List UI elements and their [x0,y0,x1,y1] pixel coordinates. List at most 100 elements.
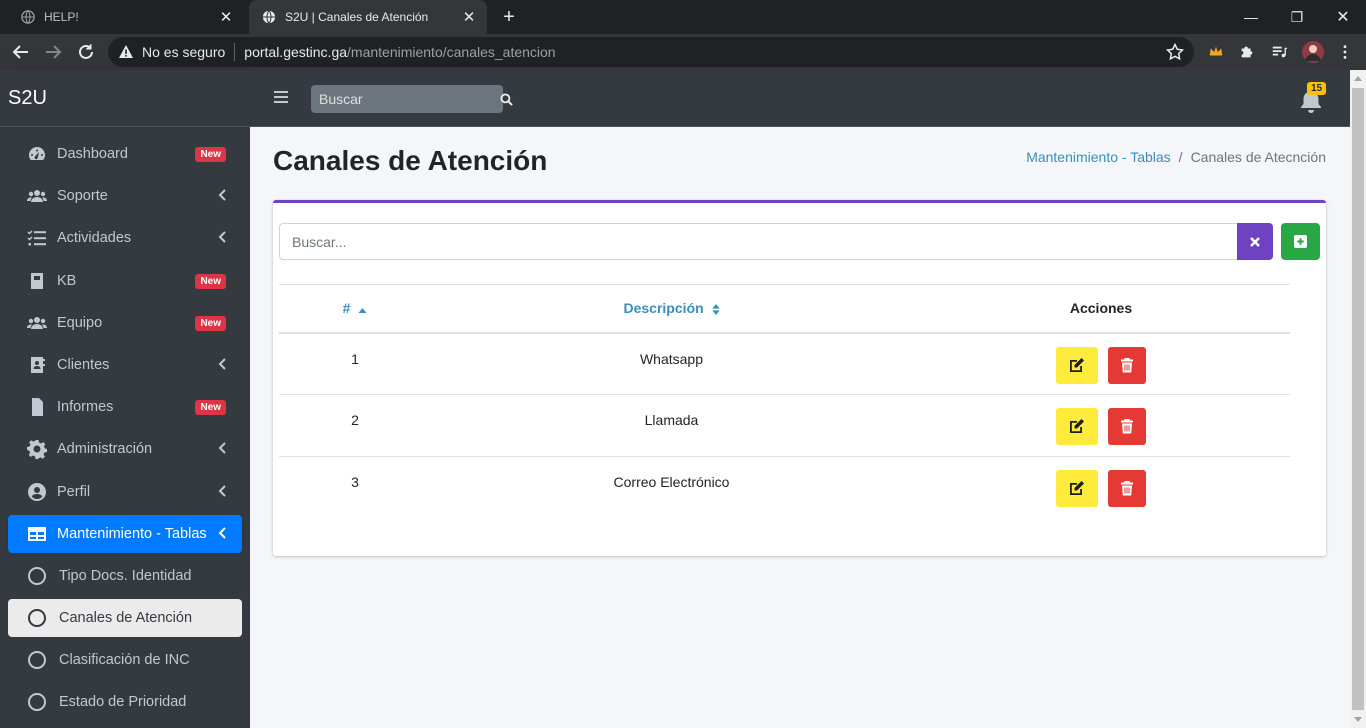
close-window-icon[interactable]: ✕ [1320,0,1366,34]
navbar-search-input[interactable] [311,85,500,113]
delete-button[interactable] [1107,470,1146,507]
profile-avatar[interactable] [1302,41,1324,63]
browser-tab-help[interactable]: HELP! ✕ [8,0,244,34]
circle-icon [28,651,46,670]
brand-logo[interactable]: S2U [0,70,250,127]
media-playlist-icon[interactable] [1270,43,1288,61]
url-host: portal.gestinc.ga [244,44,348,60]
browser-tab-active[interactable]: S2U | Canales de Atención ✕ [249,0,487,34]
extensions-puzzle-icon[interactable] [1238,43,1256,61]
sidebar-item-estado-de-prioridad[interactable]: Estado de Prioridad [8,683,242,721]
sidebar-item-mantenimiento-tablas[interactable]: Mantenimiento - Tablas [8,514,242,553]
trash-icon [1120,481,1133,496]
add-channel-button[interactable] [1281,223,1320,260]
clear-search-button[interactable] [1237,223,1273,260]
sidebar-item-label: Actividades [57,230,132,247]
users-icon [26,185,48,207]
sidebar-item-tipo-docs-identidad[interactable]: Tipo Docs. Identidad [8,557,242,595]
forward-icon[interactable] [40,39,66,65]
browser-toolbar: No es seguro portal.gestinc.ga /mantenim… [0,34,1366,70]
column-header-acciones: Acciones [1069,300,1133,317]
sidebar-item-label: Perfil [57,483,91,500]
sidebar-item-dashboard[interactable]: Dashboard New [8,135,242,173]
sidebar-item-label: Soporte [57,188,108,205]
sidebar-item-canales-de-atencion[interactable]: Canales de Atención [8,599,242,638]
sidebar-item-perfil[interactable]: Perfil [8,473,242,511]
chevron-left-icon [218,442,226,455]
security-label: No es seguro [142,44,226,60]
sidebar-item-administracion[interactable]: Administración [8,430,242,468]
back-icon[interactable] [8,39,34,65]
new-badge: New [195,147,226,162]
minimize-icon[interactable]: — [1228,0,1274,34]
sidebar-item-label: Tipo Docs. Identidad [59,567,192,584]
sidebar-item-label: Canales de Atención [59,610,193,627]
circle-icon [28,609,46,628]
table-icon [26,523,48,545]
close-tab-icon[interactable]: ✕ [459,7,479,27]
address-book-icon [26,354,48,376]
page-title: Canales de Atención [273,145,548,176]
cell-actions [912,395,1290,457]
breadcrumb: Mantenimiento - Tablas / Canales de Atec… [1026,149,1326,165]
delete-button[interactable] [1107,408,1146,445]
chrome-menu-icon[interactable] [1336,43,1354,61]
tab-title: S2U | Canales de Atención [285,10,429,24]
edit-icon [1070,481,1085,495]
sidebar-item-actividades[interactable]: Actividades [8,219,242,257]
globe-icon [261,9,277,25]
globe-icon [20,9,36,25]
sidebar-item-clientes[interactable]: Clientes [8,346,242,384]
notifications-bell[interactable]: 15 [1297,82,1327,114]
sidebar-item-equipo[interactable]: Equipo New [8,304,242,342]
chevron-left-icon [218,189,226,201]
navbar-search [311,85,513,113]
table-row: 3 Correo Electrónico [279,457,1290,519]
bookmark-star-icon[interactable] [1166,43,1184,61]
main-sidebar: S2U Dashboard New Soporte Actividades KB… [0,70,250,728]
scrollbar-thumb[interactable] [1352,88,1364,710]
sidebar-item-label: Mantenimiento - Tablas [57,525,207,542]
scroll-down-arrow-icon[interactable] [1354,717,1362,722]
crown-extension-icon[interactable] [1207,43,1225,61]
sidebar-item-kb[interactable]: KB New [8,262,242,300]
tachometer-icon [26,143,48,165]
delete-button[interactable] [1107,346,1146,384]
close-tab-icon[interactable]: ✕ [216,7,236,27]
trash-icon [1120,419,1133,434]
book-icon [26,270,48,292]
edit-button[interactable] [1056,470,1099,507]
sidebar-item-informes[interactable]: Informes New [8,388,242,426]
cell-description: Llamada [644,412,699,428]
cell-description: Correo Electrónico [613,474,730,490]
restore-icon[interactable]: ❐ [1274,0,1320,34]
table-search-input[interactable] [279,223,1239,260]
sidebar-item-label: Equipo [57,314,103,331]
tasks-icon [26,227,48,249]
top-navbar: 15 [250,70,1350,127]
column-header-id[interactable]: # [279,285,431,333]
sidebar-item-label: Clasificación de INC [59,652,190,669]
channels-table: # Descripción Acciones 1 Whatsapp 2 Llam… [279,284,1290,519]
column-header-descripcion[interactable]: Descripción [431,285,912,333]
scroll-up-arrow-icon[interactable] [1354,76,1362,81]
users-icon [26,312,48,334]
sidebar-item-soporte[interactable]: Soporte [8,177,242,215]
circle-icon [28,693,46,712]
edit-button[interactable] [1056,408,1099,445]
edit-button[interactable] [1056,346,1099,384]
sidebar-item-clasificacion-de-inc[interactable]: Clasificación de INC [8,641,242,679]
page-scrollbar[interactable] [1350,70,1366,728]
search-icon[interactable] [500,85,513,113]
new-tab-icon[interactable]: + [499,6,519,28]
cell-id: 3 [351,474,359,490]
hamburger-menu-icon[interactable] [274,90,288,104]
breadcrumb-parent-link[interactable]: Mantenimiento - Tablas [1026,149,1170,165]
sidebar-item-label: Informes [57,399,114,416]
reload-icon[interactable] [73,39,99,65]
address-bar[interactable]: No es seguro portal.gestinc.ga /mantenim… [108,37,1194,67]
content-wrapper: Canales de Atención Mantenimiento - Tabl… [250,127,1350,728]
column-header-label: # [342,300,351,317]
cell-description: Whatsapp [639,350,704,367]
breadcrumb-current: Canales de Atecnción [1190,149,1326,165]
